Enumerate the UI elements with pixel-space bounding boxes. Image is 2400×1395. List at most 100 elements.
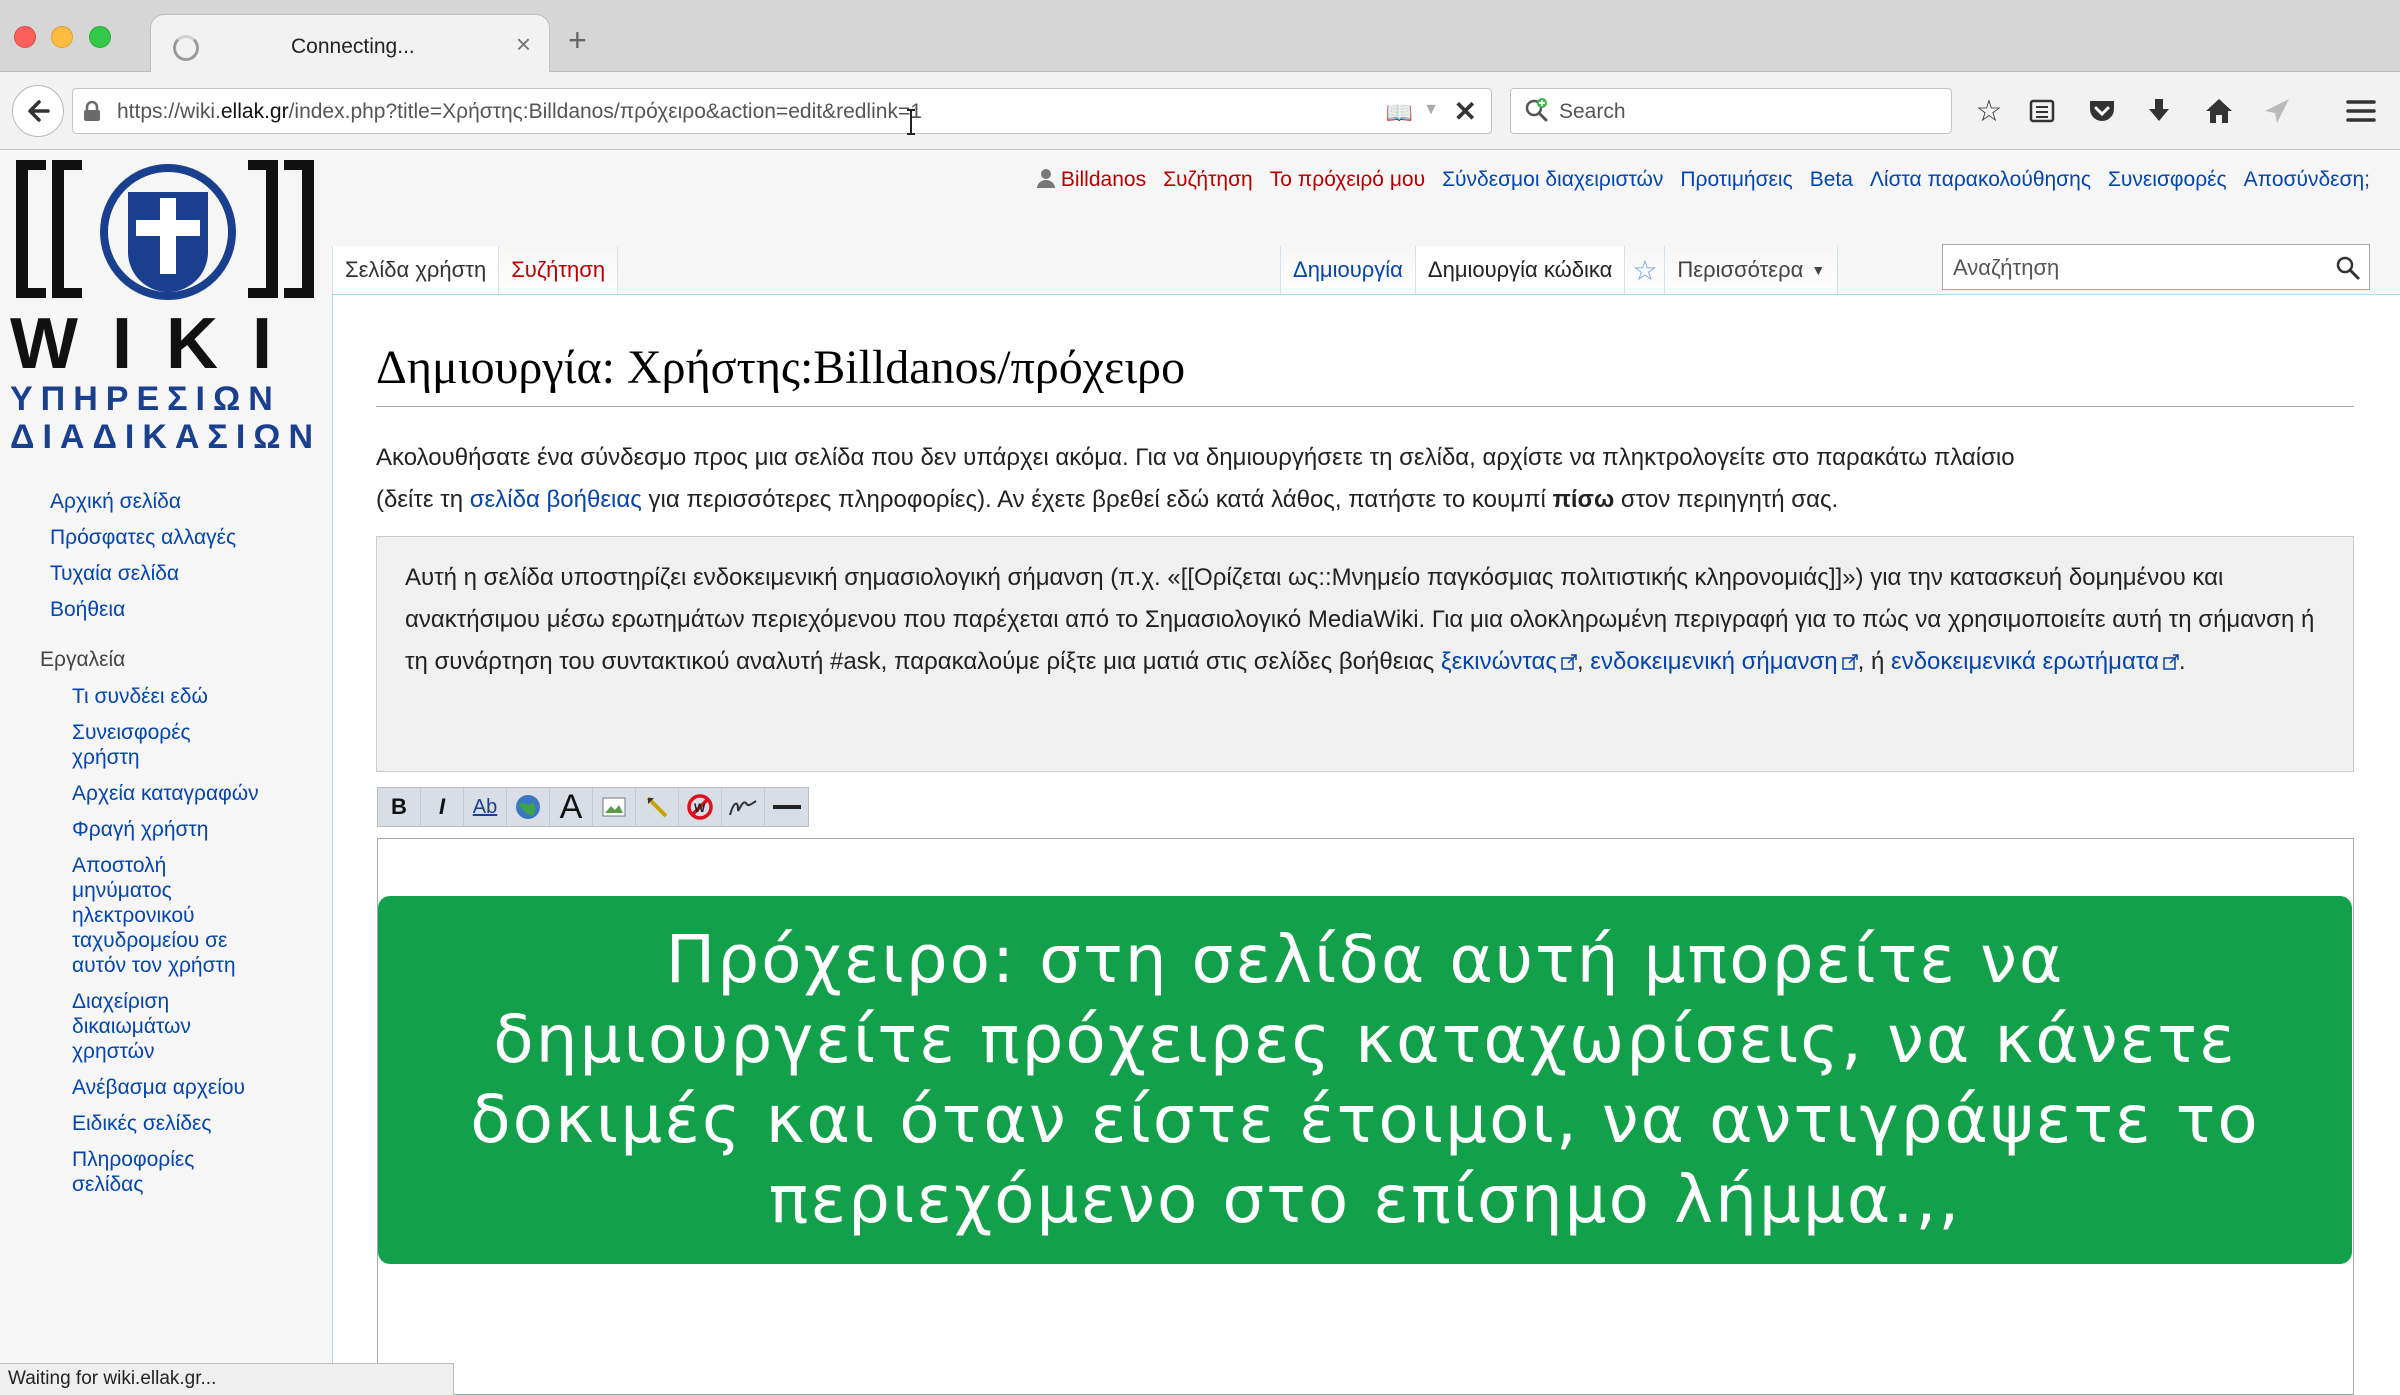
tab-discussion[interactable]: Συζήτηση [499, 246, 619, 294]
browser-navbar: https://wiki.ellak.gr/index.php?title=Χρ… [0, 72, 2400, 150]
tab-user-page[interactable]: Σελίδα χρήστη [332, 246, 500, 294]
wiki-search-input[interactable]: Αναζήτηση [1942, 244, 2370, 290]
nowiki-button[interactable]: W [679, 788, 722, 826]
zoom-window-button[interactable] [89, 26, 111, 48]
user-icon [1036, 169, 1055, 188]
sidebar-item-user-rights-2[interactable]: δικαιωμάτων [72, 1014, 191, 1039]
user-link[interactable]: Billdanos [1036, 168, 1146, 192]
horizontal-line-button[interactable] [765, 788, 808, 826]
beta-link[interactable]: Beta [1810, 168, 1853, 192]
wiki-page: WIKI ΥΠΗΡΕΣΙΩΝ ΔΙΑΔΙΚΑΣΙΩΝ Αρχική σελίδα… [0, 150, 2400, 1395]
url-dropdown-icon[interactable]: ▼ [1423, 101, 1439, 119]
sidebar-item-page-info[interactable]: Πληροφορίες [72, 1147, 194, 1172]
external-link-icon [2163, 654, 2179, 670]
edit-toolbar: B I Ab A W [377, 787, 809, 827]
signature-button[interactable] [722, 788, 765, 826]
tab-create-source[interactable]: Δημιουργία κώδικα [1415, 246, 1626, 294]
sidebar-item-email-user[interactable]: Αποστολή [72, 853, 166, 878]
sidebar-item-upload-file[interactable]: Ανέβασμα αρχείου [72, 1075, 245, 1100]
sidebar-item-user-rights[interactable]: Διαχείριση [72, 989, 169, 1014]
namespace-tabs: Σελίδα χρήστη Συζήτηση [332, 246, 619, 294]
personal-tools: Billdanos Συζήτηση Το πρόχειρό μου Σύνδε… [1036, 168, 2370, 192]
admin-links-link[interactable]: Σύνδεσμοι διαχειριστών [1442, 168, 1663, 192]
contributions-link[interactable]: Συνεισφορές [2108, 168, 2227, 192]
external-link-icon [1561, 654, 1577, 670]
sidebar-item-user-rights-3[interactable]: χρηστών [72, 1039, 155, 1064]
hamburger-menu-icon[interactable] [2342, 92, 2380, 130]
intro-text: Ακολουθήσατε ένα σύνδεσμο προς μια σελίδ… [376, 444, 2015, 513]
logout-link[interactable]: Αποσύνδεση; [2244, 168, 2370, 192]
browser-tab[interactable]: Connecting... × [150, 14, 550, 74]
browser-search-box[interactable]: Search [1510, 88, 1952, 134]
sidebar-item-special-pages[interactable]: Ειδικές σελίδες [72, 1111, 212, 1136]
downloads-icon[interactable] [2140, 92, 2178, 130]
internal-link-button[interactable]: Ab [464, 788, 507, 826]
chevron-down-icon: ▼ [1811, 262, 1826, 278]
more-menu[interactable]: Περισσότερα ▼ [1665, 246, 1839, 294]
media-link-button[interactable] [636, 788, 679, 826]
preferences-link[interactable]: Προτιμήσεις [1680, 168, 1792, 192]
greek-emblem-icon [100, 164, 236, 300]
headline-button[interactable]: A [550, 788, 593, 826]
image-icon [602, 797, 626, 817]
sidebar-item-help[interactable]: Βοήθεια [50, 597, 125, 622]
sidebar-item-main-page[interactable]: Αρχική σελίδα [50, 489, 181, 514]
lock-icon [84, 101, 100, 121]
smw-notice-text: Αυτή η σελίδα υποστηρίζει ενδοκειμενική … [405, 564, 2315, 675]
more-menu-label: Περισσότερα [1677, 257, 1804, 282]
external-link-button[interactable] [507, 788, 550, 826]
pocket-icon[interactable] [2083, 92, 2121, 130]
status-text: Waiting for wiki.ellak.gr... [8, 1368, 217, 1389]
search-icon[interactable] [2335, 255, 2361, 281]
sidebar-item-email-user-4[interactable]: ταχυδρομείου σε [72, 928, 227, 953]
text-cursor-icon [907, 108, 915, 136]
watchlist-link[interactable]: Λίστα παρακολούθησης [1870, 168, 2091, 192]
logo-line1: ΥΠΗΡΕΣΙΩΝ [10, 380, 281, 418]
back-button[interactable] [12, 85, 64, 137]
reader-view-icon[interactable]: 📖 [1386, 100, 1413, 126]
getting-started-link[interactable]: ξεκινώντας [1441, 648, 1557, 675]
sandbox-info-text: Πρόχειρο: στη σελίδα αυτή μπορείτε να δη… [470, 921, 2260, 1238]
sidebar-item-user-contributions[interactable]: Συνεισφορές [72, 720, 191, 745]
new-tab-button[interactable]: + [568, 24, 587, 56]
horizontal-rule-icon [772, 805, 801, 809]
sidebar-item-what-links-here[interactable]: Τι συνδέει εδώ [72, 684, 208, 709]
bookmark-star-icon[interactable]: ☆ [1970, 92, 2008, 130]
sidebar-item-email-user-5[interactable]: αυτόν τον χρήστη [72, 953, 236, 978]
sidebar-item-recent-changes[interactable]: Πρόσφατες αλλαγές [50, 525, 236, 550]
wiki-logo[interactable]: WIKI ΥΠΗΡΕΣΙΩΝ ΔΙΑΔΙΚΑΣΙΩΝ [10, 154, 320, 454]
tab-close-icon[interactable]: × [516, 29, 531, 60]
smw-notice-box: Αυτή η σελίδα υποστηρίζει ενδοκειμενική … [376, 536, 2354, 772]
stop-loading-icon[interactable]: ✕ [1454, 95, 1477, 128]
sidebar-item-logs[interactable]: Αρχεία καταγραφών [72, 781, 259, 806]
sidebar-item-email-user-3[interactable]: ηλεκτρονικού [72, 903, 195, 928]
page-title: Δημιουργία: Χρήστης:Billdanos/πρόχειρο [376, 341, 1186, 394]
sidebar-item-random-page[interactable]: Τυχαία σελίδα [50, 561, 179, 586]
embedded-file-button[interactable] [593, 788, 636, 826]
home-icon[interactable] [2200, 92, 2238, 130]
sidebar-item-page-info-2[interactable]: σελίδας [72, 1172, 143, 1197]
inline-queries-link[interactable]: ενδοκειμενικά ερωτήματα [1891, 648, 2159, 675]
user-talk-link[interactable]: Συζήτηση [1163, 168, 1253, 192]
url-text[interactable]: https://wiki.ellak.gr/index.php?title=Χρ… [117, 100, 922, 124]
browser-search-placeholder: Search [1559, 100, 1626, 123]
bold-button[interactable]: B [378, 788, 421, 826]
close-window-button[interactable] [14, 26, 36, 48]
help-page-link[interactable]: σελίδα βοήθειας [470, 486, 642, 513]
send-tab-icon[interactable] [2258, 92, 2296, 130]
external-link-icon [1841, 654, 1858, 670]
watch-star-icon[interactable]: ☆ [1625, 246, 1666, 294]
sidebar-item-email-user-2[interactable]: μηνύματος [72, 878, 172, 903]
sidebar-item-user-contributions-2[interactable]: χρήστη [72, 745, 140, 770]
inline-annotation-link[interactable]: ενδοκειμενική σήμανση [1590, 648, 1837, 675]
media-icon [646, 796, 668, 818]
bookmarks-list-icon[interactable] [2023, 92, 2061, 130]
italic-button[interactable]: I [421, 788, 464, 826]
search-engine-icon [1525, 98, 1548, 122]
address-bar[interactable]: https://wiki.ellak.gr/index.php?title=Χρ… [72, 88, 1492, 134]
no-wiki-icon: W [687, 794, 713, 820]
tab-create[interactable]: Δημιουργία [1280, 246, 1416, 294]
minimize-window-button[interactable] [51, 26, 73, 48]
sandbox-link[interactable]: Το πρόχειρό μου [1270, 168, 1425, 192]
sidebar-item-block-user[interactable]: Φραγή χρήστη [72, 817, 208, 842]
